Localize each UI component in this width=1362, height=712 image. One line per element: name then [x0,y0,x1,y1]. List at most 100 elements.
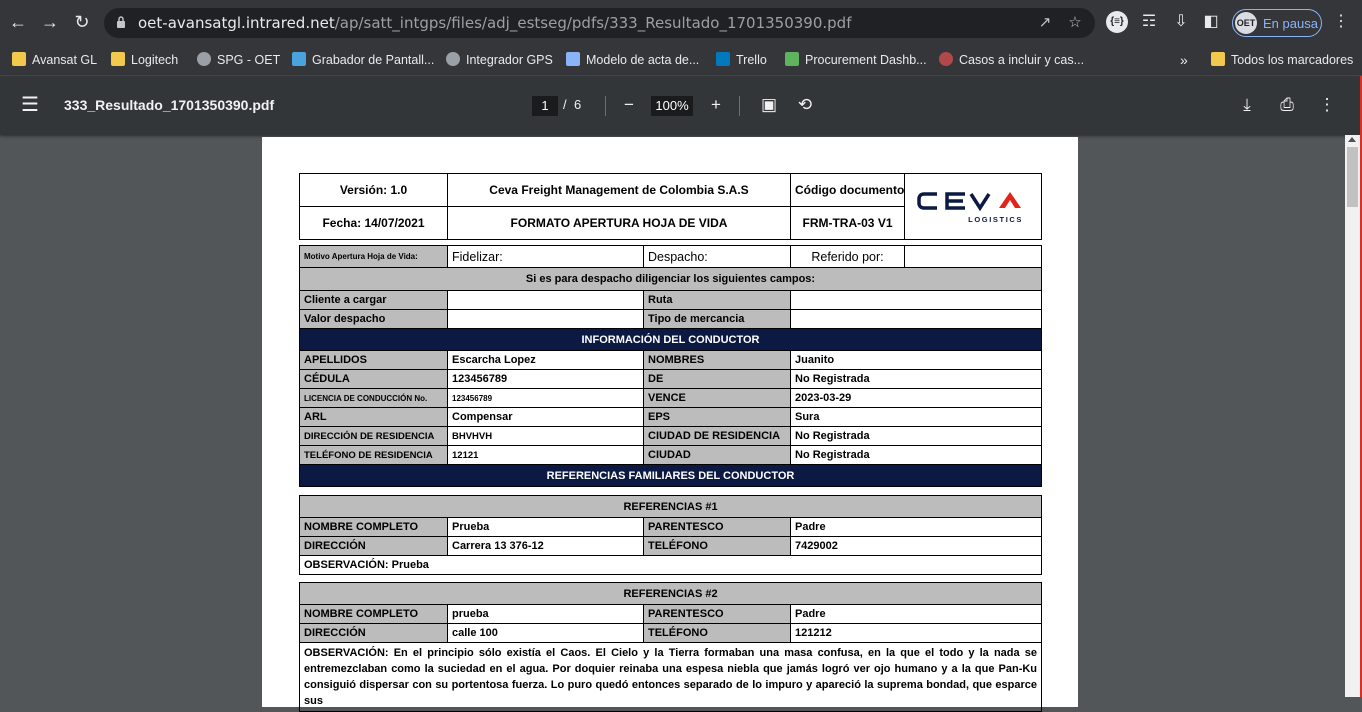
browser-toolbar: ← → ↻ oet-avansatgl.intrared.net/ap/satt… [0,0,1362,45]
field-value: 12121 [447,445,644,465]
side-panel-icon[interactable]: ◧ [1200,11,1222,33]
field-label: LICENCIA DE CONDUCCIÓN No. [299,388,448,408]
page-separator: / [563,97,567,112]
field-label: EPS [643,407,791,427]
form-title: FORMATO APERTURA HOJA DE VIDA [447,206,791,240]
app-icon [939,52,953,66]
field-value: 7429002 [789,536,1043,556]
divider [605,96,606,116]
lock-icon [117,16,125,28]
field-value: No Registrada [790,369,1042,389]
download-icon[interactable]: ⤓ [1236,94,1258,116]
code-label: Código documento [790,173,905,207]
bookmark-star-icon[interactable]: ☆ [1066,14,1084,32]
field-label: APELLIDOS [299,350,448,370]
field-value: Padre [789,604,1043,624]
field-value: Padre [789,517,1043,537]
field-label: TELÉFONO [643,623,791,643]
bookmark-spg[interactable]: SPG - OET [197,50,280,70]
scrollbar[interactable] [1345,135,1360,697]
logo-subtext: LOGISTICS [968,215,1023,224]
field-label: DIRECCIÓN [299,623,448,643]
puzzle-icon[interactable]: ☶ [1138,11,1160,33]
ruta-value [790,290,1042,310]
ceva-logo: LOGISTICS [904,173,1042,240]
field-label: TELÉFONO [643,536,791,556]
fit-page-icon[interactable]: ▣ [758,94,780,116]
ruta-label: Ruta [643,290,791,310]
field-label: CÉDULA [299,369,448,389]
bookmark-logitech[interactable]: Logitech [111,50,178,70]
print-icon[interactable]: ⎙ [1276,94,1298,116]
profile-button[interactable]: OET En pausa [1232,9,1322,37]
scrollbar-thumb[interactable] [1347,147,1358,207]
bookmarks-bar: Avansat GL Logitech SPG - OET Grabador d… [0,45,1362,76]
form-code: FRM-TRA-03 V1 [790,206,905,240]
zoom-out-icon[interactable]: − [618,94,640,116]
reload-icon[interactable]: ↻ [70,10,94,34]
field-label: DE [643,369,791,389]
despacho-note: Si es para despacho diligenciar los sigu… [299,267,1042,291]
scroll-up-icon[interactable] [1348,137,1356,142]
field-label: ARL [299,407,448,427]
field-value: No Registrada [790,426,1042,446]
field-label: NOMBRE COMPLETO [299,604,448,624]
observation: OBSERVACIÓN: En el principio sólo existí… [298,642,1043,712]
url-text: oet-avansatgl.intrared.net/ap/satt_intgp… [138,14,852,32]
company-name: Ceva Freight Management de Colombia S.A.… [447,173,791,207]
bookmark-all[interactable]: Todos los marcadores [1211,50,1353,70]
bookmark-casos[interactable]: Casos a incluir y cas... [939,50,1084,70]
page-number-input[interactable]: 1 [532,96,558,116]
document-header: Versión: 1.0 Ceva Freight Management de … [299,173,1042,240]
field-value: 121212 [789,623,1043,643]
field-value: No Registrada [790,445,1042,465]
reference-title: REFERENCIAS #1 [298,495,1043,518]
bookmark-integrador[interactable]: Integrador GPS [446,50,553,70]
reference-1: REFERENCIAS #1 NOMBRE COMPLETO Prueba PA… [298,495,1043,575]
globe-icon [197,52,211,66]
field-label: DIRECCIÓN [299,536,448,556]
bookmark-avansat[interactable]: Avansat GL [12,50,97,70]
field-value: Carrera 13 376-12 [447,536,644,556]
camera-icon [292,52,306,66]
more-options-icon[interactable]: ⋮ [1316,94,1338,116]
address-bar[interactable]: oet-avansatgl.intrared.net/ap/satt_intgp… [104,8,1095,38]
share-icon[interactable]: ↗ [1036,14,1054,32]
bookmark-grabador[interactable]: Grabador de Pantall... [292,50,434,70]
date: Fecha: 14/07/2021 [299,206,448,240]
rotate-icon[interactable]: ⟲ [794,94,816,116]
field-label: NOMBRES [643,350,791,370]
bookmark-procurement[interactable]: Procurement Dashb... [785,50,927,70]
bookmarks-overflow[interactable]: » [1180,50,1188,70]
zoom-input[interactable]: 100% [651,96,693,116]
globe-icon [446,52,460,66]
menu-kebab-icon[interactable]: ⋮ [1330,11,1352,33]
bookmark-modelo[interactable]: Modelo de acta de... [566,50,699,70]
field-value: Compensar [447,407,644,427]
extension-icon[interactable]: {≡} [1106,11,1128,33]
referido-field: Referido por: [790,245,905,268]
cliente-value [447,290,644,310]
zoom-in-icon[interactable]: + [705,94,727,116]
folder-icon [12,52,26,66]
referido-value [904,245,1042,268]
divider [739,96,740,116]
reference-title: REFERENCIAS #2 [298,582,1043,605]
download-icon[interactable]: ⇩ [1170,11,1192,33]
valor-value [447,309,644,329]
field-value: prueba [447,604,644,624]
field-value: 2023-03-29 [790,388,1042,408]
avatar: OET [1235,12,1257,34]
folder-icon [111,52,125,66]
back-icon[interactable]: ← [6,10,30,34]
folder-icon [1211,52,1225,66]
pdf-page: Versión: 1.0 Ceva Freight Management de … [262,137,1078,712]
bookmark-trello[interactable]: Trello [716,50,767,70]
field-label: CIUDAD DE RESIDENCIA [643,426,791,446]
doc-icon [566,52,580,66]
field-value: 123456789 [447,369,644,389]
forward-icon[interactable]: → [38,10,62,34]
tipo-label: Tipo de mercancia [643,309,791,329]
hamburger-menu-icon[interactable]: ☰ [19,94,41,116]
field-value: calle 100 [447,623,644,643]
